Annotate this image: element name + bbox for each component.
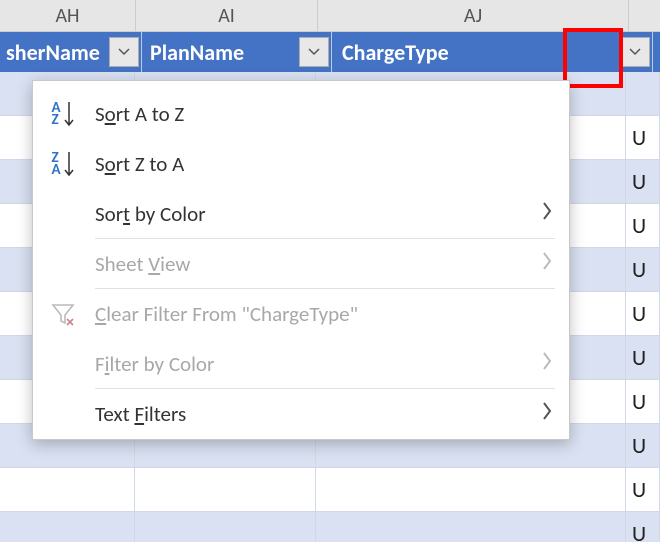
chevron-right-icon (541, 201, 553, 227)
table-row[interactable]: U (0, 512, 660, 542)
chevron-down-icon (118, 48, 130, 56)
menu-label: Filter by Color (95, 351, 214, 377)
header-cell-next[interactable]: F (653, 32, 660, 72)
col-letter-ai[interactable]: AI (136, 0, 318, 32)
cell[interactable]: U (626, 204, 660, 248)
chevron-down-icon (629, 48, 641, 56)
menu-sheet-view: Sheet View (33, 239, 569, 289)
col-letter-aj[interactable]: AJ (318, 0, 629, 32)
menu-label: Sort A to Z (95, 101, 184, 127)
cell[interactable]: U (626, 424, 660, 468)
filter-button-chargetype[interactable] (620, 37, 650, 67)
cell[interactable]: U (626, 160, 660, 204)
chevron-right-icon (541, 251, 553, 277)
menu-sort-by-color[interactable]: Sort by Color (33, 189, 569, 239)
menu-sort-za[interactable]: ZA Sort Z to A (33, 139, 569, 189)
header-label: PlanName (150, 39, 244, 66)
cell[interactable]: U (626, 336, 660, 380)
menu-filter-by-color: Filter by Color (33, 339, 569, 389)
menu-label: Text Filters (95, 401, 186, 427)
header-cell-planname[interactable]: PlanName (142, 32, 332, 72)
cell[interactable]: U (626, 512, 660, 542)
cell[interactable] (0, 512, 135, 542)
table-header-row: sherName PlanName ChargeType F (0, 32, 660, 72)
cell[interactable]: U (626, 116, 660, 160)
cell[interactable] (0, 468, 135, 512)
col-letter-ak[interactable] (629, 0, 660, 32)
table-row[interactable]: U (0, 468, 660, 512)
chevron-right-icon (541, 351, 553, 377)
header-cell-shername[interactable]: sherName (0, 32, 142, 72)
header-cell-chargetype[interactable]: ChargeType (332, 32, 653, 72)
cell[interactable] (316, 512, 626, 542)
clear-filter-icon (43, 301, 83, 327)
column-letter-row: AH AI AJ (0, 0, 660, 32)
cell[interactable]: U (626, 292, 660, 336)
menu-label: Clear Filter From "ChargeType" (95, 301, 358, 327)
filter-button-planname[interactable] (299, 37, 329, 67)
cell[interactable] (316, 468, 626, 512)
cell[interactable] (135, 512, 316, 542)
chevron-right-icon (541, 401, 553, 427)
chevron-down-icon (308, 48, 320, 56)
cell[interactable]: U (626, 380, 660, 424)
menu-label: Sort Z to A (95, 151, 184, 177)
menu-label: Sheet View (95, 251, 190, 277)
cell[interactable] (135, 468, 316, 512)
menu-sort-az[interactable]: AZ Sort A to Z (33, 89, 569, 139)
col-letter-ah[interactable]: AH (0, 0, 136, 32)
menu-clear-filter: Clear Filter From "ChargeType" (33, 289, 569, 339)
cell[interactable] (626, 72, 660, 116)
header-label: sherName (6, 39, 100, 66)
cell[interactable]: U (626, 248, 660, 292)
filter-dropdown-menu: AZ Sort A to Z ZA Sort Z to A Sort by Co… (32, 80, 570, 440)
cell[interactable]: U (626, 468, 660, 512)
sort-az-icon: AZ (43, 100, 83, 128)
menu-text-filters[interactable]: Text Filters (33, 389, 569, 439)
sort-za-icon: ZA (43, 150, 83, 178)
filter-button-shername[interactable] (109, 37, 139, 67)
header-label: ChargeType (342, 39, 449, 66)
menu-label: Sort by Color (95, 201, 206, 227)
